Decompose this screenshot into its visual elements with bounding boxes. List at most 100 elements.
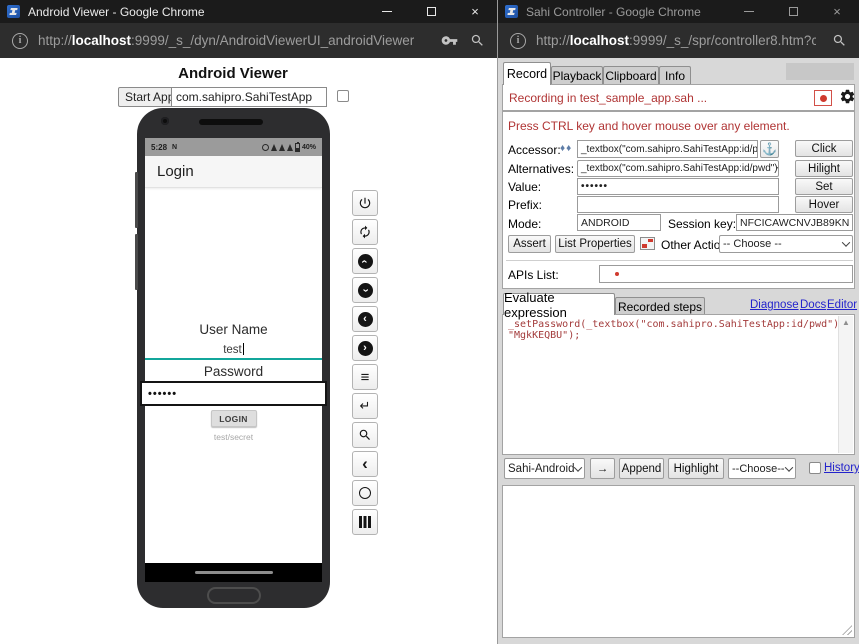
editor-link[interactable]: Editor — [827, 299, 857, 311]
refresh-button[interactable] — [352, 219, 378, 245]
mode-input[interactable]: ANDROID — [577, 214, 661, 231]
maximize-button[interactable] — [409, 0, 453, 23]
hover-button[interactable]: Hover — [795, 196, 853, 213]
android-viewer-page: Android Viewer Start App com.sahipro.Sah… — [0, 58, 497, 644]
speaker-slot — [199, 119, 263, 125]
apis-list-input[interactable] — [599, 265, 853, 283]
app-bar-title: Login — [145, 156, 322, 188]
settings-gear-icon[interactable] — [839, 88, 856, 105]
append-button[interactable]: Append — [619, 458, 664, 479]
resize-handle-icon[interactable] — [842, 625, 852, 635]
scroll-down-button[interactable]: › — [352, 277, 378, 303]
scroll-up-button[interactable]: › — [352, 248, 378, 274]
other-actions-select[interactable]: -- Choose -- — [719, 235, 853, 253]
key-icon[interactable] — [441, 32, 458, 49]
divider — [506, 260, 853, 262]
chevron-down-icon — [841, 238, 851, 247]
back-button[interactable]: ‹ — [352, 451, 378, 477]
engine-select[interactable]: Sahi-Android — [504, 458, 585, 479]
diagnose-link[interactable]: Diagnose — [750, 299, 799, 311]
accessor-form: Press CTRL key and hover mouse over any … — [502, 111, 855, 289]
phone-screen[interactable]: 5:28 N 40% Login User Name test Password… — [140, 138, 327, 582]
site-info-icon[interactable]: i — [510, 32, 526, 49]
address-bar[interactable]: i http://localhost:9999/_s_/spr/controll… — [498, 23, 859, 58]
alternatives-select[interactable]: _textbox("com.sahipro.SahiTestApp:id/pwd… — [577, 160, 779, 177]
credentials-hint: test/secret — [213, 432, 254, 442]
scroll-right-button[interactable]: › — [352, 335, 378, 361]
record-toggle-button[interactable] — [814, 90, 832, 106]
menu-button[interactable]: ≡ — [352, 364, 378, 390]
session-key-label: Session key: — [668, 217, 737, 231]
close-button[interactable]: × — [815, 0, 859, 23]
docs-link[interactable]: Docs — [800, 299, 826, 311]
address-bar[interactable]: i http://localhost:9999/_s_/dyn/AndroidV… — [0, 23, 497, 58]
close-button[interactable]: × — [453, 0, 497, 23]
minimize-icon — [382, 10, 392, 13]
accessor-input[interactable]: _textbox("com.sahipro.SahiTestApp:id/pwd… — [577, 140, 758, 158]
output-textarea[interactable] — [502, 485, 855, 638]
scroll-left-button[interactable]: ‹ — [352, 306, 378, 332]
assert-button[interactable]: Assert — [508, 235, 551, 253]
password-field[interactable]: •••••• — [140, 381, 327, 406]
set-button[interactable]: Set — [795, 178, 853, 195]
site-info-icon[interactable]: i — [12, 32, 28, 49]
search-button[interactable] — [352, 422, 378, 448]
scrollbar[interactable]: ▲ — [838, 316, 853, 453]
enter-button[interactable]: ↵ — [352, 393, 378, 419]
evaluate-expression-textarea[interactable]: _setPassword(_textbox("com.sahipro.SahiT… — [502, 314, 855, 455]
history-checkbox[interactable] — [809, 462, 821, 474]
circle-right-icon: › — [357, 340, 373, 356]
volume-down-key — [135, 234, 138, 290]
alarm-icon — [261, 143, 269, 151]
phone-mockup: 5:28 N 40% Login User Name test Password… — [135, 108, 330, 608]
alternatives-label: Alternatives: — [508, 162, 575, 176]
tabbar-placeholder — [786, 63, 854, 80]
run-arrow-button[interactable]: → — [590, 458, 615, 479]
minimize-button[interactable] — [727, 0, 771, 23]
hilight-button[interactable]: Hilight — [795, 160, 853, 177]
close-icon: × — [471, 4, 479, 19]
recent-apps-button[interactable] — [352, 509, 378, 535]
power-button[interactable] — [352, 190, 378, 216]
tab-info[interactable]: Info — [659, 66, 691, 85]
highlight-button[interactable]: Highlight — [668, 458, 724, 479]
record-icon — [819, 94, 827, 102]
home-icon — [359, 487, 371, 499]
hardware-home-button — [206, 587, 261, 604]
tab-evaluate-expression[interactable]: Evaluate expression — [503, 290, 615, 320]
maximize-button[interactable] — [771, 0, 815, 23]
home-button[interactable] — [352, 480, 378, 506]
zoom-icon[interactable] — [832, 33, 847, 48]
volume-up-key — [135, 172, 138, 228]
window-title: Sahi Controller - Google Chrome — [526, 4, 701, 19]
login-button[interactable]: LOGIN — [210, 410, 257, 427]
package-checkbox[interactable] — [337, 90, 349, 102]
value-input[interactable]: •••••• — [577, 178, 779, 195]
minimize-button[interactable] — [365, 0, 409, 23]
history-link[interactable]: History — [824, 462, 859, 474]
nav-bar — [145, 563, 322, 582]
script-window-icon[interactable] — [640, 237, 655, 250]
username-field[interactable]: test — [145, 343, 322, 356]
android-viewer-window: Android Viewer - Google Chrome × i http:… — [0, 0, 497, 644]
tab-recorded-steps[interactable]: Recorded steps — [615, 297, 705, 315]
titlebar: Sahi Controller - Google Chrome × — [498, 0, 859, 23]
anchor-button[interactable]: ⚓ — [760, 140, 779, 158]
tab-playback[interactable]: Playback — [551, 66, 603, 85]
prefix-input[interactable] — [577, 196, 779, 213]
choose-select[interactable]: --Choose-- — [728, 458, 796, 479]
text-caret — [242, 343, 244, 355]
camera-dot — [161, 117, 169, 125]
session-key-input[interactable]: NFCICAWCNVJB89KN — [736, 214, 853, 231]
package-name-input[interactable]: com.sahipro.SahiTestApp — [171, 87, 327, 107]
tab-record[interactable]: Record — [503, 62, 551, 85]
tab-clipboard[interactable]: Clipboard — [603, 66, 659, 85]
list-properties-button[interactable]: List Properties — [555, 235, 635, 253]
sahi-controller-window: Sahi Controller - Google Chrome × i http… — [497, 0, 859, 644]
device-toolbar: › › ‹ › ≡ ↵ ‹ — [352, 190, 378, 535]
chevron-down-icon — [573, 462, 583, 472]
click-button[interactable]: Click — [795, 140, 853, 157]
zoom-icon[interactable] — [470, 33, 485, 48]
recording-status-bar: Recording in test_sample_app.sah ... — [502, 84, 855, 111]
expression-text: _setPassword(_textbox("com.sahipro.SahiT… — [508, 319, 846, 341]
